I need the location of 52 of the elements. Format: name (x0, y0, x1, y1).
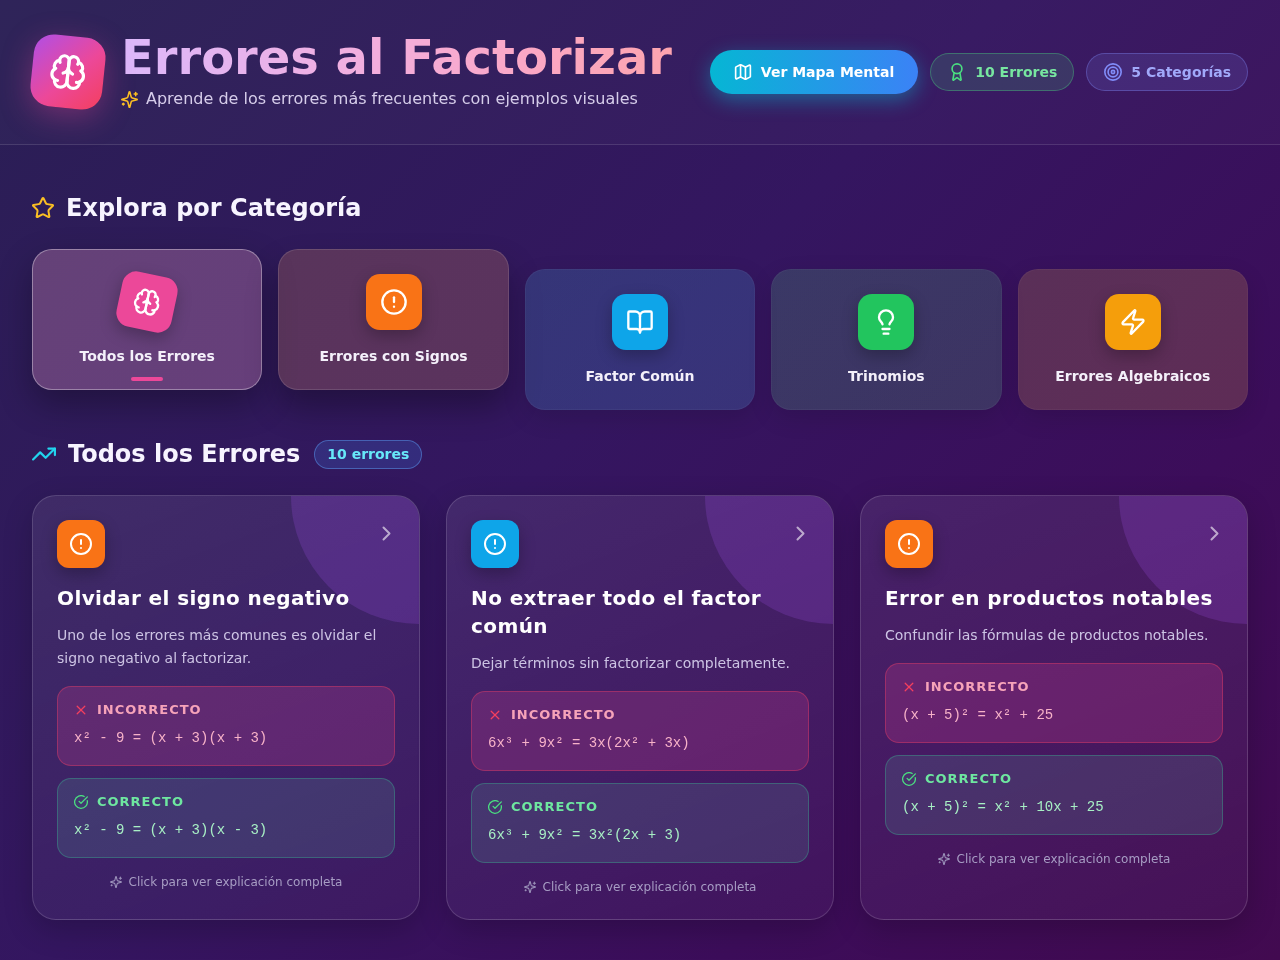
star-icon (32, 197, 54, 219)
formula-text: 6x³ + 9x² = 3x(2x² + 3x) (488, 734, 691, 753)
formula-text: (x + 5)² = x² + 25 (902, 706, 1055, 725)
example-label: INCORRECTO (511, 706, 616, 724)
formula-text: x² - 9 = (x + 3)(x + 3) (74, 729, 269, 748)
example-label: CORRECTO (925, 770, 1012, 788)
chevron-right-icon (796, 526, 805, 541)
hint-text: Click para ver explicación completa (542, 879, 757, 895)
error-title: Olvidar el signo negativo (57, 585, 351, 612)
hint-text: Click para ver explicación completa (956, 851, 1171, 867)
x-icon (488, 708, 502, 722)
hint-text: Click para ver explicación completa (128, 874, 343, 890)
page-subtitle: Aprende de los errores más frecuentes con ejemplos visuales (146, 88, 638, 110)
error-card[interactable]: No extraer todo el factor común Dejar términos sin factorizar completamente. INCORRECTO 6x³ + 9x² = 3x(2x² + 3x) CORRECTO 6x³ + 9x² = 3x²(2x + 3) Click para ver explicación completa (446, 495, 834, 920)
chevron-right-icon (1210, 526, 1219, 541)
map-icon (733, 63, 752, 81)
x-icon (74, 703, 88, 717)
error-card[interactable] (32, 495, 420, 920)
category-card[interactable]: Errores Algebraicos (1017, 269, 1248, 410)
error-title: No extraer todo el factor común (471, 585, 763, 640)
example-label: INCORRECTO (925, 678, 1030, 696)
selected-indicator (131, 377, 164, 381)
formula-text: (x + 5)² = x² + 10x + 25 (902, 798, 1105, 817)
category-card[interactable]: Trinomios (771, 269, 1002, 410)
brain-logo-icon (28, 32, 108, 112)
example-label: CORRECTO (97, 793, 184, 811)
section-title: Explora por Categoría (66, 193, 362, 223)
category-card[interactable]: Todos los Errores (32, 249, 263, 390)
formula-text: 6x³ + 9x² = 3x²(2x + 3) (488, 826, 683, 845)
error-title: Error en productos notables (885, 585, 1214, 612)
category-card[interactable]: Errores con Signos (278, 249, 509, 390)
formula-text: x² - 9 = (x + 3)(x - 3) (74, 821, 269, 840)
check-circle-icon (902, 772, 916, 786)
check-circle-icon (488, 800, 502, 814)
sparkles-icon (523, 881, 536, 893)
stat-label: 5 Categorías (1131, 64, 1231, 80)
error-description: Confundir las fórmulas de productos notables. (885, 626, 1210, 645)
sparkles-icon (121, 90, 138, 108)
check-circle-icon (74, 795, 88, 809)
example-label: CORRECTO (511, 798, 598, 816)
error-card[interactable]: Error en productos notables Confundir las fórmulas de productos notables. INCORRECTO (x + 5)² = x² + 25 CORRECTO (x + 5)² = x² + 10x + 25 Click para ver explicación completa (860, 495, 1248, 920)
x-icon (902, 680, 916, 694)
error-description: Dejar términos sin factorizar completamente. (471, 654, 791, 673)
chevron-right-icon (382, 526, 391, 541)
error-description: Uno de los errores más comunes es olvidar el signo negativo al factorizar. (57, 626, 378, 668)
stat-label: 10 Errores (975, 64, 1058, 80)
sparkles-icon (937, 853, 950, 865)
example-label: INCORRECTO (97, 701, 202, 719)
error-count-badge: 10 errores (314, 439, 423, 469)
sparkles-icon (109, 876, 122, 888)
section-title: Todos los Errores (68, 439, 301, 469)
category-card[interactable]: Factor Común (524, 269, 756, 410)
